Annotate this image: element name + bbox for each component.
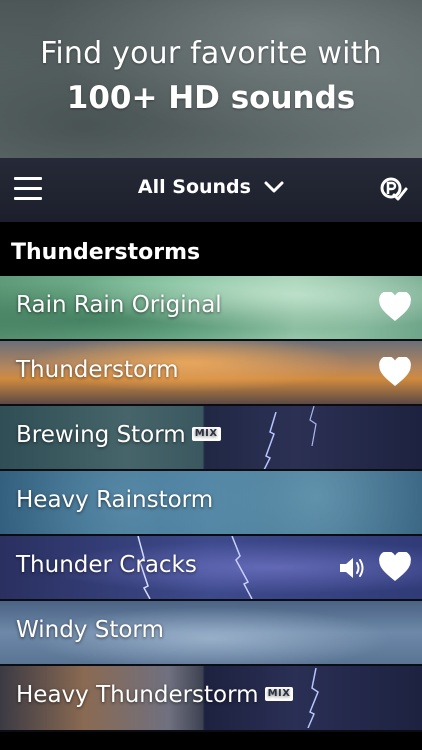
- section-title: Thunderstorms: [11, 240, 201, 265]
- hero-banner: Find your favorite with 100+ HD sounds: [0, 0, 422, 158]
- pro-check-logo-icon[interactable]: [380, 175, 408, 203]
- hero-subheadline: 100+ HD sounds: [66, 80, 356, 116]
- sound-label: Thunder Cracks: [16, 552, 197, 578]
- section-header: Thunderstorms: [0, 222, 422, 276]
- mix-badge: MIX: [264, 686, 294, 701]
- sound-label: Brewing Storm MIX: [16, 422, 221, 448]
- lightning-decoration: [231, 536, 253, 599]
- chevron-down-icon: [264, 181, 284, 193]
- heart-filled-icon[interactable]: [379, 357, 411, 387]
- hero-headline: Find your favorite with: [40, 36, 382, 71]
- sound-label: Rain Rain Original: [16, 292, 222, 318]
- lightning-decoration: [309, 406, 317, 446]
- sound-label: Windy Storm: [16, 617, 164, 643]
- sound-label: Heavy Rainstorm: [16, 487, 214, 513]
- sound-row-heavy-rainstorm[interactable]: Heavy Rainstorm: [0, 471, 422, 536]
- sound-row-windy-storm[interactable]: Windy Storm: [0, 601, 422, 666]
- navigation-bar: All Sounds: [0, 158, 422, 222]
- sound-row-rain-rain-original[interactable]: Rain Rain Original: [0, 276, 422, 341]
- sound-label: Heavy Thunderstorm MIX: [16, 682, 294, 708]
- sound-label: Thunderstorm: [16, 357, 179, 383]
- sound-row-thunderstorm[interactable]: Thunderstorm: [0, 341, 422, 406]
- heart-filled-icon[interactable]: [379, 552, 411, 582]
- sound-row-thunder-cracks[interactable]: Thunder Cracks: [0, 536, 422, 601]
- lightning-decoration: [307, 668, 319, 728]
- lightning-decoration: [263, 412, 277, 469]
- speaker-playing-icon[interactable]: [338, 556, 366, 580]
- filter-label: All Sounds: [137, 176, 251, 198]
- sound-row-heavy-thunderstorm[interactable]: Heavy Thunderstorm MIX: [0, 666, 422, 732]
- sound-row-brewing-storm[interactable]: Brewing Storm MIX: [0, 406, 422, 471]
- sound-filter-dropdown[interactable]: All Sounds: [0, 176, 422, 198]
- heart-filled-icon[interactable]: [379, 292, 411, 322]
- mix-badge: MIX: [191, 426, 221, 441]
